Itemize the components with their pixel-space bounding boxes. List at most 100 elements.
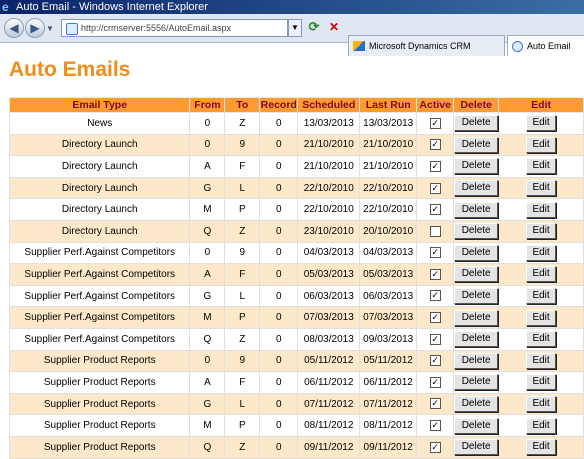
table-row: Directory Launch 0 9 0 21/10/2010 21/10/2010 ✓… (8, 133, 584, 157)
active-checkbox[interactable]: ✓ (429, 376, 441, 388)
delete-button[interactable]: Delete (454, 439, 499, 456)
cell-email-type: Supplier Product Reports (8, 371, 191, 394)
delete-button[interactable]: Delete (454, 180, 499, 197)
delete-button[interactable]: Delete (454, 417, 499, 434)
delete-button[interactable]: Delete (454, 396, 499, 413)
table-row: News 0 Z 0 13/03/2013 13/03/2013 ✓ Delete Edit (8, 112, 584, 135)
delete-button[interactable]: Delete (454, 331, 499, 348)
delete-button[interactable]: Delete (454, 288, 499, 305)
header-edit: Edit (498, 97, 584, 113)
address-dropdown-icon[interactable]: ▼ (288, 19, 302, 37)
header-record[interactable]: Record (259, 97, 299, 113)
active-checkbox[interactable]: ✓ (429, 160, 441, 172)
active-checkbox[interactable]: ✓ (429, 139, 441, 151)
cell-last-run: 21/10/2010 (359, 133, 418, 157)
back-arrow-icon[interactable]: ◀ (4, 18, 24, 38)
header-scheduled[interactable]: Scheduled (297, 97, 361, 113)
table-row: Supplier Product Reports A F 0 06/11/2012 06/… (8, 371, 584, 394)
active-checkbox[interactable]: ✓ (429, 182, 441, 194)
cell-to: L (224, 176, 261, 200)
active-checkbox[interactable]: ✓ (429, 290, 441, 302)
cell-from: 0 (189, 241, 226, 265)
active-checkbox[interactable]: ✓ (429, 204, 441, 216)
delete-button[interactable]: Delete (454, 223, 499, 240)
delete-button[interactable]: Delete (454, 136, 499, 153)
active-checkbox[interactable]: ✓ (429, 247, 441, 259)
cell-scheduled: 06/11/2012 (297, 371, 361, 394)
delete-button[interactable]: Delete (454, 352, 499, 369)
cell-active: ✓ (416, 176, 455, 200)
active-checkbox[interactable]: ✓ (429, 420, 441, 432)
window-titlebar: e Auto Email - Windows Internet Explorer (0, 0, 584, 14)
edit-button[interactable]: Edit (526, 417, 557, 434)
cell-to: F (224, 371, 261, 394)
forward-arrow-icon[interactable]: ▶ (25, 18, 45, 38)
tab-microsoft-dynamics-crm[interactable]: Microsoft Dynamics CRM (348, 35, 505, 56)
header-active[interactable]: Active (416, 97, 455, 113)
active-checkbox[interactable]: ✓ (429, 355, 441, 367)
delete-button[interactable]: Delete (454, 115, 499, 132)
cell-record: 0 (259, 435, 299, 459)
table-row: Supplier Perf.Against Competitors 0 9 0 04/0… (8, 241, 584, 265)
edit-button[interactable]: Edit (526, 201, 557, 218)
delete-button[interactable]: Delete (454, 266, 499, 283)
active-checkbox[interactable]: ✓ (429, 117, 441, 129)
edit-button[interactable]: Edit (526, 136, 557, 153)
active-checkbox[interactable]: ✓ (429, 312, 441, 324)
cell-record: 0 (259, 155, 299, 178)
cell-last-run: 04/03/2013 (359, 241, 418, 265)
header-email-type[interactable]: Email Type (8, 97, 191, 113)
cell-last-run: 07/03/2013 (359, 306, 418, 329)
edit-button[interactable]: Edit (526, 266, 557, 283)
delete-button[interactable]: Delete (454, 201, 499, 218)
cell-active: ✓ (416, 435, 455, 459)
edit-button[interactable]: Edit (526, 288, 557, 305)
table-row: Supplier Product Reports M P 0 08/11/2012 08/… (8, 414, 584, 437)
edit-button[interactable]: Edit (526, 352, 557, 369)
edit-button[interactable]: Edit (526, 244, 557, 261)
ie-logo-icon: e (2, 0, 9, 14)
cell-from: A (189, 263, 226, 286)
edit-button[interactable]: Edit (526, 374, 557, 391)
active-checkbox[interactable] (429, 225, 441, 237)
cell-record: 0 (259, 263, 299, 286)
delete-button[interactable]: Delete (454, 244, 499, 261)
active-checkbox[interactable]: ✓ (429, 333, 441, 345)
edit-button[interactable]: Edit (526, 309, 557, 326)
cell-record: 0 (259, 306, 299, 329)
edit-button[interactable]: Edit (526, 115, 557, 132)
cell-record: 0 (259, 327, 299, 351)
cell-active: ✓ (416, 198, 455, 221)
cell-to: Z (224, 112, 261, 135)
stop-icon[interactable]: ✕ (326, 19, 342, 35)
edit-button[interactable]: Edit (526, 396, 557, 413)
header-last-run[interactable]: Last Run (359, 97, 418, 113)
delete-button[interactable]: Delete (454, 374, 499, 391)
edit-button[interactable]: Edit (526, 158, 557, 175)
cell-delete: Delete (453, 371, 500, 394)
active-checkbox[interactable]: ✓ (429, 268, 441, 280)
cell-record: 0 (259, 198, 299, 221)
cell-scheduled: 21/10/2010 (297, 133, 361, 157)
delete-button[interactable]: Delete (454, 158, 499, 175)
header-from[interactable]: From (189, 97, 226, 113)
active-checkbox[interactable]: ✓ (429, 441, 441, 453)
address-url: http://crmserver:5556/AutoEmail.aspx (81, 23, 232, 33)
history-dropdown-icon[interactable]: ▼ (46, 24, 54, 33)
active-checkbox[interactable]: ✓ (429, 398, 441, 410)
cell-edit: Edit (498, 198, 584, 221)
cell-active: ✓ (416, 392, 455, 416)
edit-button[interactable]: Edit (526, 223, 557, 240)
cell-scheduled: 08/11/2012 (297, 414, 361, 437)
cell-to: P (224, 414, 261, 437)
edit-button[interactable]: Edit (526, 439, 557, 456)
cell-active: ✓ (416, 371, 455, 394)
refresh-icon[interactable]: ⟳ (306, 19, 322, 35)
delete-button[interactable]: Delete (454, 309, 499, 326)
header-to[interactable]: To (224, 97, 261, 113)
edit-button[interactable]: Edit (526, 180, 557, 197)
tab-auto-email[interactable]: Auto Email (507, 35, 584, 56)
address-bar[interactable]: http://crmserver:5556/AutoEmail.aspx (61, 19, 288, 37)
cell-scheduled: 22/10/2010 (297, 198, 361, 221)
edit-button[interactable]: Edit (526, 331, 557, 348)
